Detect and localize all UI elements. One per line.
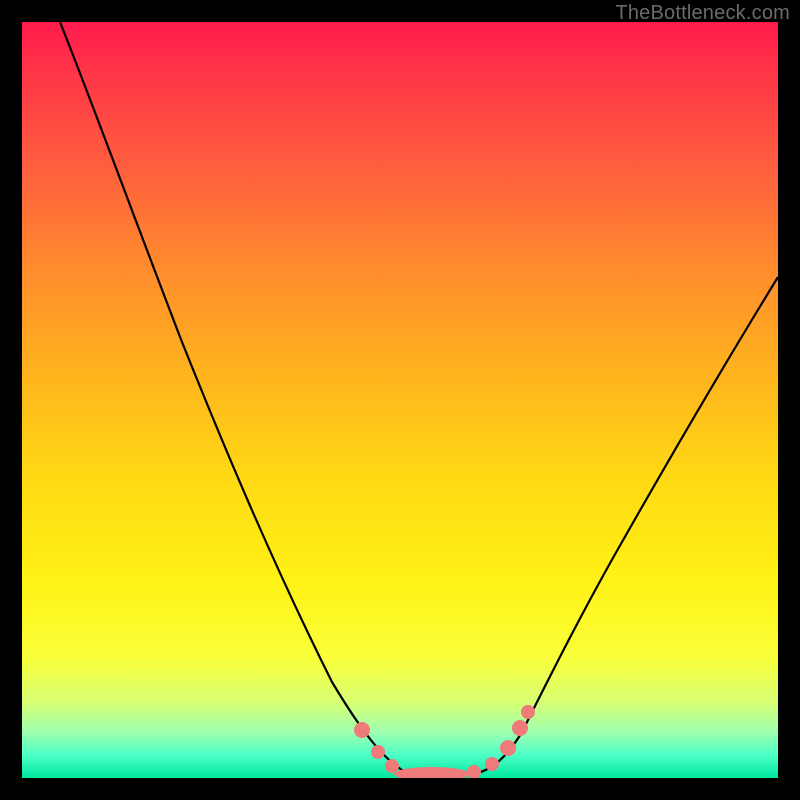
bottleneck-curve (60, 22, 778, 775)
curve-layer (22, 22, 778, 778)
chart-frame: TheBottleneck.com (0, 0, 800, 800)
plot-area (22, 22, 778, 778)
highlight-dots (354, 705, 535, 778)
